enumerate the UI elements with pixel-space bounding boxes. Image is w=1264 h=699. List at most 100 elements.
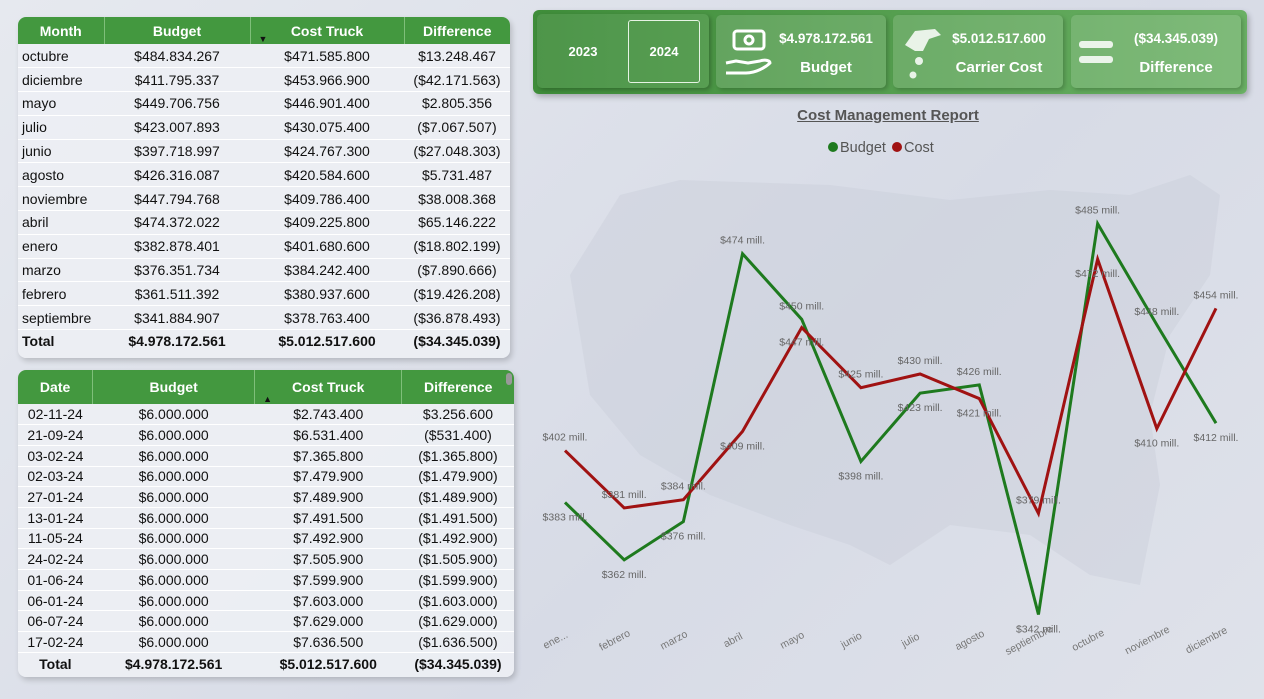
data-point[interactable]: [1095, 221, 1101, 227]
table-cell: $401.680.600: [250, 234, 404, 259]
table-row[interactable]: junio $397.718.997 $424.767.300 ($27.048.30…: [18, 139, 510, 164]
data-point[interactable]: [680, 497, 686, 503]
table-cell: ($1.489.900): [401, 486, 514, 508]
table-row[interactable]: julio $423.007.893 $430.075.400 ($7.067.507…: [18, 115, 510, 140]
table-row[interactable]: 06-01-24 $6.000.000 $7.603.000 ($1.603.000): [18, 590, 514, 612]
table-cell: $13.248.467: [404, 44, 510, 69]
header-difference[interactable]: Difference: [404, 17, 510, 44]
data-point[interactable]: [917, 371, 923, 377]
data-point[interactable]: [1213, 420, 1219, 426]
x-tick-label: junio: [838, 630, 864, 652]
data-point[interactable]: [621, 557, 627, 563]
table-row[interactable]: 03-02-24 $6.000.000 $7.365.800 ($1.365.800): [18, 445, 514, 467]
line-chart: $383 mill. $362 mill. $376 mill. $474 mill.…: [541, 175, 1239, 658]
data-point[interactable]: [858, 458, 864, 464]
table-cell: junio: [18, 139, 104, 164]
header-difference[interactable]: Difference: [401, 370, 514, 404]
table-row[interactable]: febrero $361.511.392 $380.937.600 ($19.426.…: [18, 281, 510, 307]
x-tick-label: noviembre: [1123, 623, 1172, 657]
table-cell: $449.706.756: [104, 91, 250, 116]
date-table-header: Date Budget Cost Truck ▲ Difference: [18, 370, 514, 404]
year-2023-button[interactable]: 2023: [547, 20, 619, 83]
data-point[interactable]: [1154, 426, 1160, 432]
data-point[interactable]: [858, 385, 864, 391]
data-point[interactable]: [562, 499, 568, 505]
header-date[interactable]: Date: [18, 370, 94, 404]
data-point[interactable]: [621, 505, 627, 511]
data-point[interactable]: [799, 316, 805, 322]
table-row[interactable]: 02-11-24 $6.000.000 $2.743.400 $3.256.600: [18, 404, 514, 426]
legend-budget[interactable]: Budget: [828, 140, 886, 156]
table-row[interactable]: marzo $376.351.734 $384.242.400 ($7.890.666…: [18, 258, 510, 283]
table-row[interactable]: 17-02-24 $6.000.000 $7.636.500 ($1.636.500): [18, 631, 514, 653]
table-row[interactable]: octubre $484.834.267 $471.585.800 $13.248.4…: [18, 44, 510, 69]
table-row[interactable]: 06-07-24 $6.000.000 $7.629.000 ($1.629.000): [18, 610, 514, 633]
data-label: $412 mill.: [1194, 432, 1239, 444]
data-point[interactable]: [917, 390, 923, 396]
data-point[interactable]: [1035, 510, 1041, 516]
table-row[interactable]: 01-06-24 $6.000.000 $7.599.900 ($1.599.900): [18, 569, 514, 591]
table-row[interactable]: noviembre $447.794.768 $409.786.400 $38.008…: [18, 186, 510, 212]
table-row[interactable]: 21-09-24 $6.000.000 $6.531.400 ($531.400): [18, 424, 514, 446]
legend-cost[interactable]: Cost: [891, 140, 934, 156]
data-point[interactable]: [976, 396, 982, 402]
data-point[interactable]: [680, 519, 686, 525]
table-cell: ($531.400): [401, 424, 514, 446]
header-month[interactable]: Month: [18, 17, 105, 44]
kpi-carrier-cost-label: Carrier Cost: [955, 59, 1043, 76]
header-cost-truck[interactable]: Cost Truck ▼: [250, 17, 405, 44]
year-2024-button[interactable]: 2024: [628, 20, 700, 83]
table-cell: enero: [18, 234, 104, 259]
table-cell: ($18.802.199): [404, 234, 510, 259]
data-point[interactable]: [740, 251, 746, 257]
table-cell: 11-05-24: [18, 528, 93, 550]
table-row[interactable]: 27-01-24 $6.000.000 $7.489.900 ($1.489.900): [18, 486, 514, 508]
data-point[interactable]: [976, 382, 982, 388]
table-row[interactable]: mayo $449.706.756 $446.901.400 $2.805.356: [18, 91, 510, 116]
scrollbar[interactable]: [506, 373, 512, 385]
header-budget[interactable]: Budget: [92, 370, 256, 404]
data-point[interactable]: [1095, 256, 1101, 262]
table-row[interactable]: abril $474.372.022 $409.225.800 $65.146.222: [18, 210, 510, 235]
data-point[interactable]: [799, 325, 805, 331]
table-row[interactable]: 13-01-24 $6.000.000 $7.491.500 ($1.491.500): [18, 507, 514, 529]
table-cell: $7.636.500: [254, 631, 402, 653]
table-cell: ($1.505.900): [401, 548, 514, 570]
table-row[interactable]: diciembre $411.795.337 $453.966.900 ($42.17…: [18, 67, 510, 93]
table-cell: $6.000.000: [92, 548, 255, 570]
table-cell: ($1.492.900): [401, 528, 514, 550]
table-cell: septiembre: [18, 305, 104, 331]
data-point[interactable]: [1213, 305, 1219, 311]
data-label: $421 mill.: [957, 408, 1002, 420]
hand-coins-icon: [905, 29, 941, 79]
data-label: $410 mill.: [1134, 438, 1179, 450]
data-point[interactable]: [1035, 612, 1041, 618]
table-row[interactable]: 02-03-24 $6.000.000 $7.479.900 ($1.479.900): [18, 466, 514, 488]
table-cell: ($1.365.800): [401, 445, 514, 467]
chart-title: Cost Management Report: [797, 107, 979, 124]
total-cell: $4.978.172.561: [92, 651, 255, 676]
table-cell: $376.351.734: [104, 258, 250, 283]
month-table-panel: Month Budget Cost Truck ▼ Difference octu…: [18, 17, 510, 358]
table-row[interactable]: enero $382.878.401 $401.680.600 ($18.802.19…: [18, 234, 510, 259]
table-row[interactable]: agosto $426.316.087 $420.584.600 $5.731.487: [18, 162, 510, 188]
data-point[interactable]: [740, 428, 746, 434]
data-label: $485 mill.: [1075, 205, 1120, 217]
total-cell: ($34.345.039): [404, 329, 510, 353]
table-row[interactable]: 11-05-24 $6.000.000 $7.492.900 ($1.492.900): [18, 528, 514, 550]
kpi-carrier-cost-value: $5.012.517.600: [952, 31, 1046, 46]
legend-budget-dot: [828, 142, 838, 152]
data-point[interactable]: [1154, 322, 1160, 328]
kpi-difference-value: ($34.345.039): [1133, 31, 1219, 46]
header-budget[interactable]: Budget: [104, 17, 251, 44]
x-tick-label: mayo: [778, 629, 806, 652]
table-row[interactable]: 24-02-24 $6.000.000 $7.505.900 ($1.505.900): [18, 548, 514, 570]
month-table-header: Month Budget Cost Truck ▼ Difference: [18, 17, 510, 44]
table-row[interactable]: septiembre $341.884.907 $378.763.400 ($36.8…: [18, 305, 510, 331]
header-cost-truck[interactable]: Cost Truck ▲: [254, 370, 403, 404]
data-label: $379 mill.: [1016, 494, 1061, 506]
table-cell: $474.372.022: [104, 210, 250, 235]
data-label: $426 mill.: [957, 366, 1002, 378]
data-point[interactable]: [562, 448, 568, 454]
table-cell: 24-02-24: [18, 548, 93, 570]
